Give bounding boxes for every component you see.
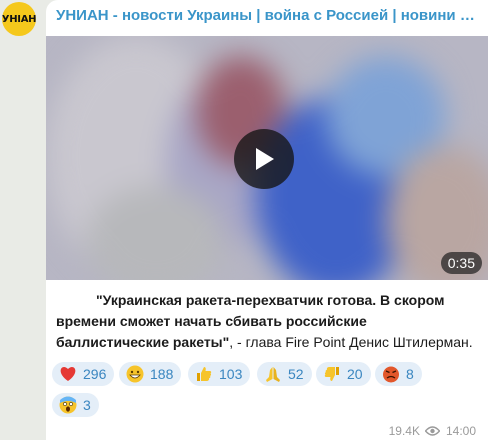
avatar-logo-text: УНІАН bbox=[2, 13, 36, 25]
reaction-heart[interactable]: 296 bbox=[52, 362, 115, 386]
channel-avatar[interactable]: УНІАН bbox=[2, 2, 36, 36]
reaction-count: 3 bbox=[83, 397, 91, 413]
reaction-scream[interactable]: 3 bbox=[52, 393, 99, 417]
reaction-angry[interactable]: 8 bbox=[375, 362, 422, 386]
pray-hands-icon bbox=[263, 364, 283, 384]
message-attribution: , - глава Fire Point Денис Штилерман. bbox=[229, 334, 473, 350]
reaction-count: 103 bbox=[219, 366, 243, 382]
play-button[interactable] bbox=[234, 129, 294, 189]
post-time: 14:00 bbox=[445, 424, 476, 438]
heart-icon bbox=[58, 364, 78, 384]
message-bubble: УНИАН - новости Украины | война с Россие… bbox=[46, 0, 488, 440]
scream-face-icon bbox=[58, 395, 78, 415]
reaction-pray[interactable]: 52 bbox=[257, 362, 312, 386]
message-text: "Украинская ракета-перехватчик готова. В… bbox=[56, 290, 480, 353]
eye-icon bbox=[424, 426, 440, 436]
reaction-count: 188 bbox=[150, 366, 174, 382]
thumbs-down-icon bbox=[322, 364, 342, 384]
reaction-thumbs-up[interactable]: 103 bbox=[188, 362, 251, 386]
reaction-thumbs-down[interactable]: 20 bbox=[316, 362, 371, 386]
play-icon bbox=[256, 148, 274, 170]
chat-page: УНІАН УНИАН - новости Украины | война с … bbox=[0, 0, 488, 440]
channel-title[interactable]: УНИАН - новости Украины | война с Россие… bbox=[56, 7, 476, 24]
reaction-count: 8 bbox=[406, 366, 414, 382]
view-count: 19.4K bbox=[388, 424, 420, 438]
message-meta: 19.4K 14:00 bbox=[389, 424, 476, 438]
angry-face-icon bbox=[381, 364, 401, 384]
reaction-count: 20 bbox=[347, 366, 363, 382]
video-player[interactable]: 0:35 bbox=[46, 36, 488, 280]
reaction-grin[interactable]: 188 bbox=[119, 362, 182, 386]
grin-face-icon bbox=[125, 364, 145, 384]
video-duration: 0:35 bbox=[440, 252, 482, 274]
reaction-count: 52 bbox=[288, 366, 304, 382]
reaction-count: 296 bbox=[83, 366, 107, 382]
thumbs-up-icon bbox=[194, 364, 214, 384]
